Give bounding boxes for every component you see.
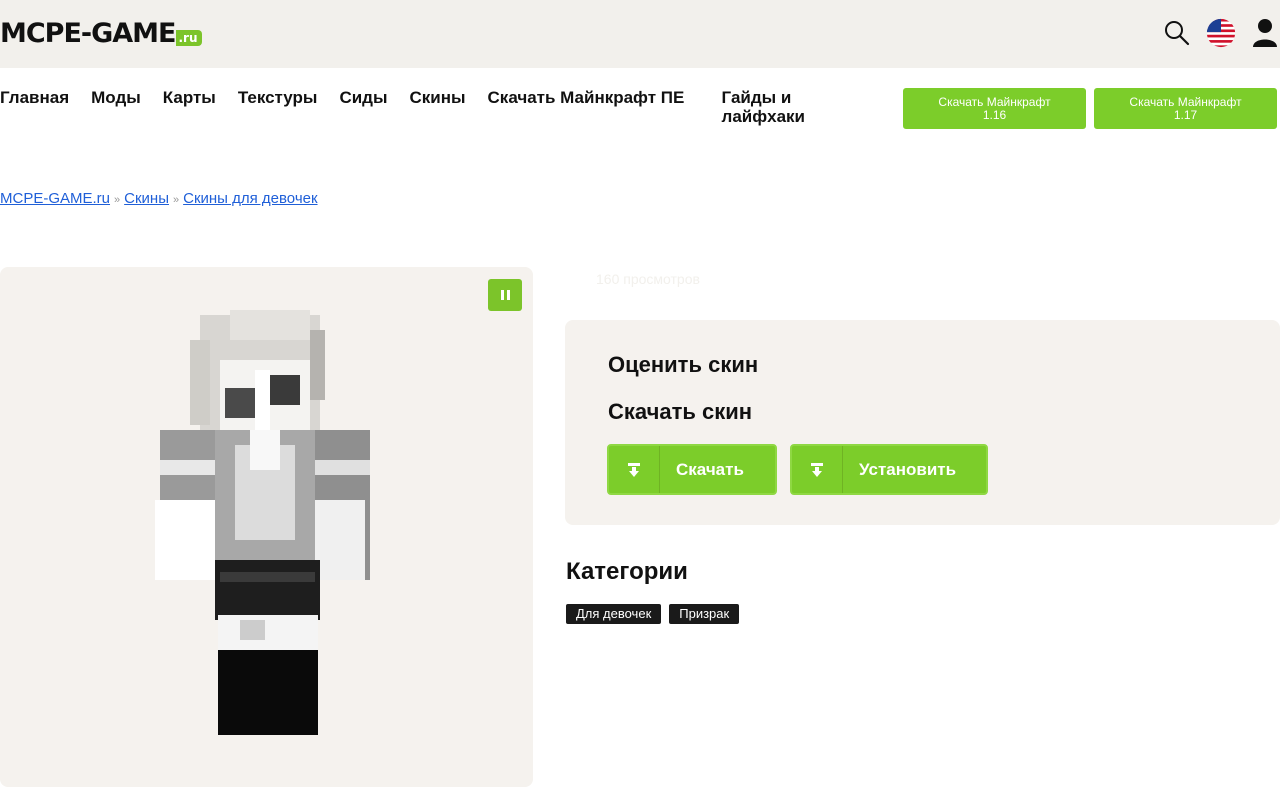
- install-skin-button[interactable]: Установить: [790, 444, 988, 495]
- download-minecraft-116-button[interactable]: Скачать Майнкрафт 1.16: [903, 88, 1086, 129]
- pause-icon: [500, 290, 504, 300]
- pause-button[interactable]: [488, 279, 522, 311]
- breadcrumb-separator: »: [172, 194, 180, 206]
- nav-guides[interactable]: Гайды и лайфхаки: [722, 88, 872, 126]
- search-icon[interactable]: [1162, 16, 1192, 50]
- nav-seeds[interactable]: Сиды: [339, 88, 387, 107]
- download-skin-label: Скачать: [676, 459, 744, 479]
- download-icon: [792, 446, 843, 493]
- breadcrumb-girl-skins[interactable]: Скины для девочек: [183, 190, 317, 207]
- logo-suffix: .ru: [175, 30, 202, 46]
- site-logo[interactable]: MCPE-GAME .ru: [0, 18, 202, 49]
- download-button-line1: Скачать Майнкрафт: [938, 94, 1051, 109]
- download-skin-title: Скачать скин: [608, 399, 753, 424]
- download-skin-button[interactable]: Скачать: [607, 444, 777, 495]
- install-skin-label: Установить: [859, 459, 957, 479]
- nav-mods[interactable]: Моды: [91, 88, 141, 107]
- category-tags: Для девочек Призрак: [566, 604, 740, 624]
- nav-maps[interactable]: Карты: [163, 88, 216, 107]
- view-count: 160 просмотров: [596, 271, 700, 287]
- breadcrumb-skins[interactable]: Скины: [124, 190, 169, 207]
- download-button-line1: Скачать Майнкрафт: [1129, 94, 1242, 109]
- download-minecraft-117-button[interactable]: Скачать Майнкрафт 1.17: [1094, 88, 1277, 129]
- top-bar: MCPE-GAME .ru: [0, 0, 1280, 68]
- tag-ghost[interactable]: Призрак: [669, 604, 740, 624]
- nav-textures[interactable]: Текстуры: [238, 88, 318, 107]
- download-button-line2: 1.16: [982, 107, 1007, 122]
- download-button-line2: 1.17: [1173, 107, 1198, 122]
- breadcrumb: MCPE-GAME.ru» Скины» Скины для девочек: [0, 190, 318, 207]
- download-icon: [609, 446, 660, 493]
- skin-preview-image[interactable]: [150, 310, 380, 740]
- breadcrumb-separator: »: [114, 194, 121, 206]
- tag-for-girls[interactable]: Для девочек: [566, 604, 662, 624]
- breadcrumb-home[interactable]: MCPE-GAME.ru: [0, 190, 110, 207]
- user-icon[interactable]: [1250, 16, 1280, 50]
- logo-text: MCPE-GAME: [0, 18, 176, 49]
- rate-skin-title: Оценить скин: [608, 352, 759, 377]
- categories-title: Категории: [566, 558, 688, 585]
- nav-skins[interactable]: Скины: [410, 88, 466, 107]
- nav-download-minecraft-pe[interactable]: Скачать Майнкрафт ПЕ: [488, 88, 702, 107]
- nav-home[interactable]: Главная: [0, 88, 69, 107]
- main-nav: Главная Моды Карты Текстуры Сиды Скины С…: [0, 88, 894, 132]
- us-flag-icon[interactable]: [1206, 16, 1236, 50]
- top-icons: [1162, 16, 1280, 50]
